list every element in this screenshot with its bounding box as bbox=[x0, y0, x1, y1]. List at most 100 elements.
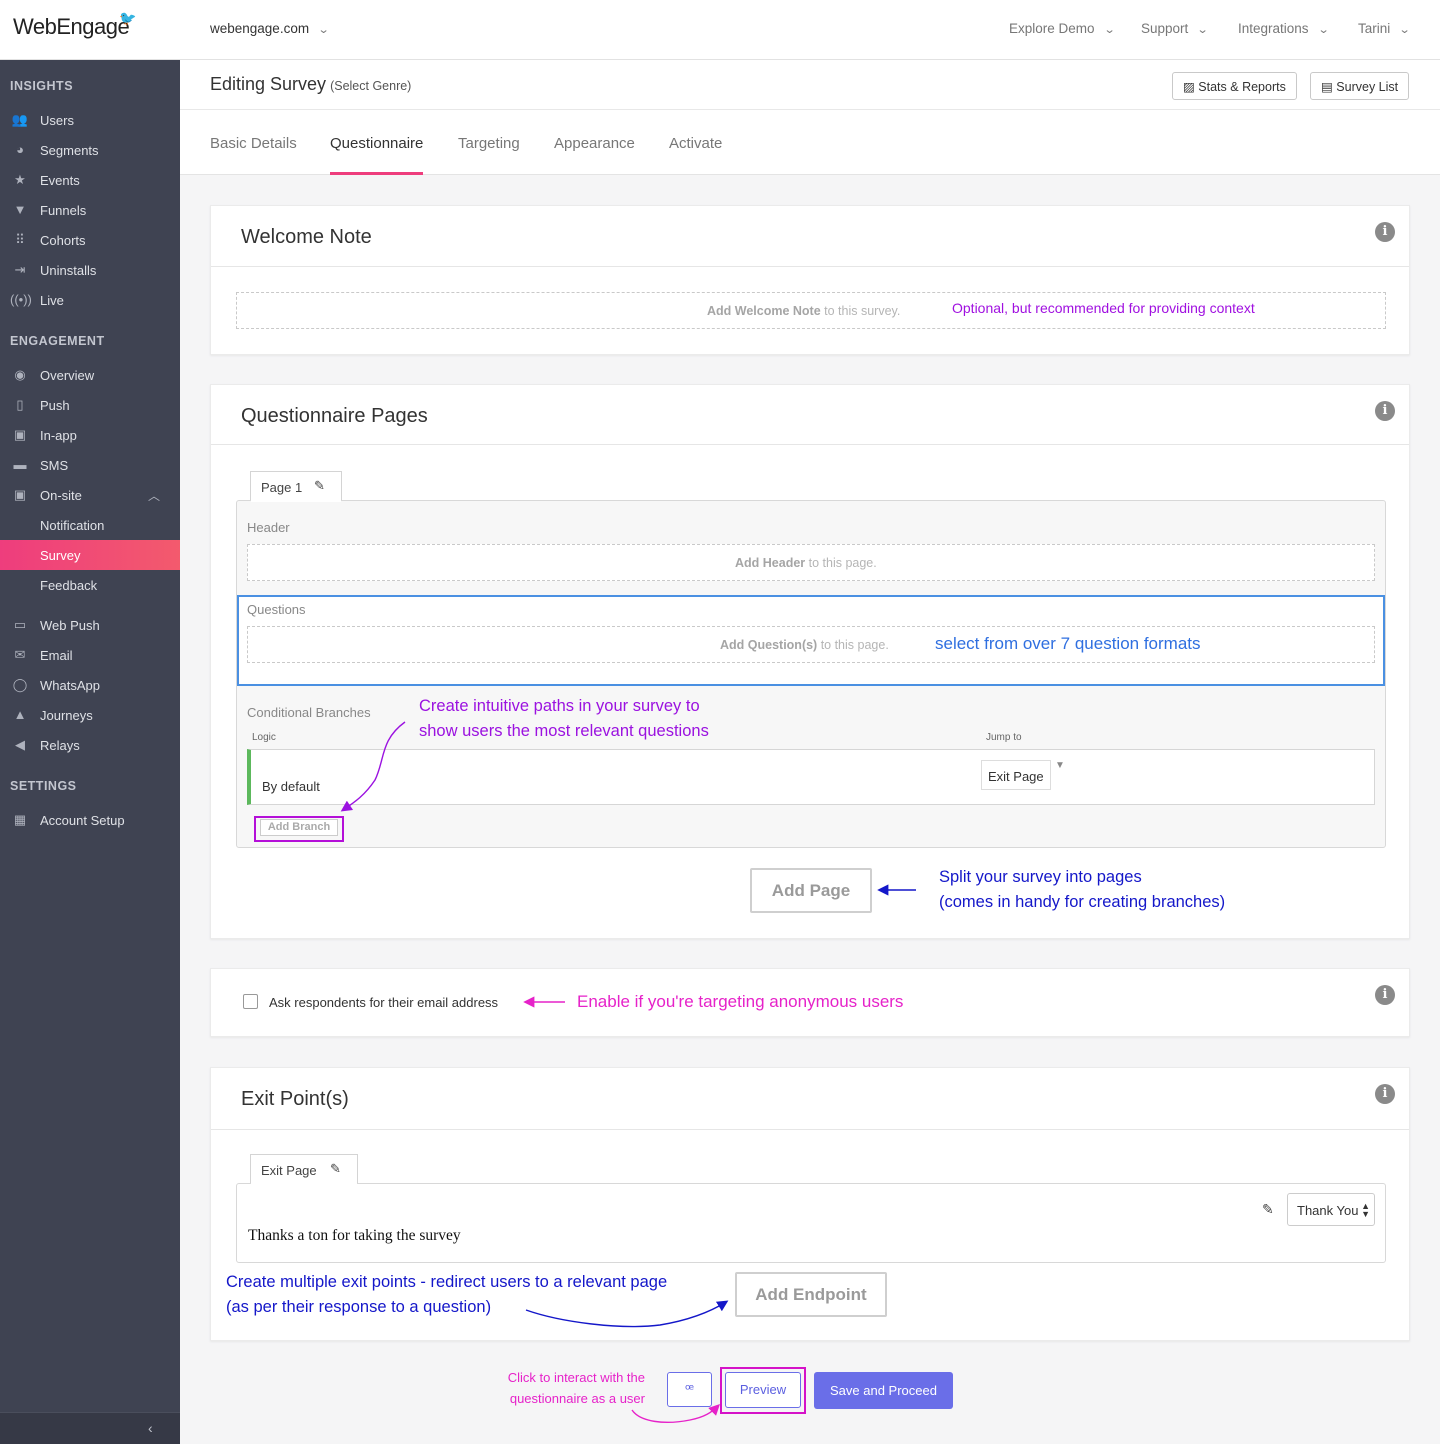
email-icon: ✉ bbox=[14, 647, 26, 662]
sidebar-item-segments[interactable]: ◕ Segments bbox=[0, 135, 180, 165]
edit-icon[interactable]: ✎ bbox=[1262, 1201, 1274, 1218]
sidebar-item-in-app[interactable]: ▣ In-app bbox=[0, 420, 180, 450]
preview-annotation: Click to interact with the questionnaire … bbox=[507, 1370, 645, 1406]
chart-icon: ▨ bbox=[1183, 80, 1199, 94]
email-annotation: Enable if you're targeting anonymous use… bbox=[577, 992, 904, 1011]
in-app-icon: ▣ bbox=[13, 427, 27, 442]
sidebar-item-cohorts[interactable]: ⠿ Cohorts bbox=[0, 225, 180, 255]
support-menu[interactable]: Support ⌄ bbox=[1141, 21, 1209, 36]
add-header[interactable]: Add Header to this page. bbox=[247, 544, 1375, 581]
survey-list-button[interactable]: ▤ Survey List bbox=[1310, 72, 1410, 100]
star-icon: ★ bbox=[14, 172, 26, 187]
chevron-down-icon: ⌄ bbox=[317, 24, 330, 36]
whatsapp-icon: ◯ bbox=[12, 677, 28, 692]
explore-demo-menu[interactable]: Explore Demo ⌄ bbox=[1009, 21, 1115, 36]
edit-icon[interactable]: ✎ bbox=[314, 478, 325, 494]
sidebar-item-on-site[interactable]: ▣ On-site ︿ bbox=[0, 480, 180, 510]
questions-label: Questions bbox=[247, 602, 306, 617]
sidebar-item-email[interactable]: ✉ Email bbox=[0, 640, 180, 670]
grid-icon: ⠿ bbox=[15, 232, 25, 247]
sidebar-item-journeys[interactable]: ▲ Journeys bbox=[0, 700, 180, 730]
jump-to-label: Jump to bbox=[986, 732, 1022, 743]
add-endpoint-button[interactable]: Add Endpoint bbox=[735, 1272, 887, 1317]
email-option-label: Ask respondents for their email address bbox=[269, 995, 499, 1010]
save-and-proceed-button[interactable]: Save and Proceed bbox=[814, 1372, 953, 1409]
sidebar-item-live[interactable]: ((•)) Live bbox=[0, 285, 180, 315]
jump-to-select[interactable]: Exit Page bbox=[981, 760, 1051, 790]
sidebar-item-relays[interactable]: ◀ Relays bbox=[0, 730, 180, 760]
add-questions[interactable]: Add Question(s) to this page. bbox=[247, 626, 1375, 663]
edit-icon[interactable]: ✎ bbox=[330, 1161, 341, 1177]
mobile-push-icon: ▯ bbox=[16, 397, 24, 412]
sidebar-item-notification[interactable]: Notification bbox=[0, 510, 180, 540]
header-label: Header bbox=[247, 520, 290, 535]
questionnaire-title: Questionnaire Pages bbox=[241, 405, 428, 427]
chevron-down-icon: ⌄ bbox=[1196, 24, 1209, 36]
exit-message: Thanks a ton for taking the survey bbox=[248, 1227, 461, 1244]
tab-targeting[interactable]: Targeting bbox=[458, 135, 520, 152]
pie-chart-icon: ◕ bbox=[16, 142, 24, 157]
page-header: Editing Survey (Select Genre) ▨ Stats & R… bbox=[180, 60, 1440, 110]
exit-type-select[interactable]: Thank You ▲ ▼ bbox=[1287, 1193, 1375, 1226]
branch-annotation: Create intuitive paths in your survey to… bbox=[419, 697, 709, 740]
sidebar-item-uninstalls[interactable]: ⇥ Uninstalls bbox=[0, 255, 180, 285]
exit-points-card: Exit Point(s) i Exit Page ✎ Thanks a ton… bbox=[210, 1067, 1410, 1341]
exit-page-tab[interactable]: Exit Page ✎ bbox=[250, 1154, 358, 1184]
chevron-down-icon: ⌄ bbox=[1398, 24, 1411, 36]
select-genre-link[interactable]: (Select Genre) bbox=[330, 79, 411, 93]
add-page-annotation: Split your survey into pages (comes in ha… bbox=[939, 868, 1226, 911]
sidebar-collapse[interactable]: ‹ bbox=[0, 1412, 180, 1444]
tab-activate[interactable]: Activate bbox=[669, 135, 722, 152]
filter-icon: ▼ bbox=[13, 202, 27, 217]
sidebar-item-users[interactable]: 👥 Users bbox=[0, 105, 180, 135]
chevron-down-icon: ⌄ bbox=[1317, 24, 1330, 36]
broadcast-icon: ((•)) bbox=[10, 292, 32, 307]
sidebar-item-funnels[interactable]: ▼ Funnels bbox=[0, 195, 180, 225]
questions-annotation: select from over 7 question formats bbox=[935, 634, 1201, 653]
sidebar-item-overview[interactable]: ◉ Overview bbox=[0, 360, 180, 390]
tab-appearance[interactable]: Appearance bbox=[554, 135, 635, 152]
settings-section-title: SETTINGS bbox=[10, 779, 77, 793]
tab-basic-details[interactable]: Basic Details bbox=[210, 135, 297, 152]
by-default-label: By default bbox=[262, 779, 320, 794]
info-icon[interactable]: i bbox=[1375, 401, 1395, 421]
sidebar-item-survey[interactable]: Survey bbox=[0, 540, 180, 570]
integrations-menu[interactable]: Integrations ⌄ bbox=[1238, 21, 1330, 36]
add-page-button[interactable]: Add Page bbox=[750, 868, 872, 913]
sidebar-item-account-setup[interactable]: ▦ Account Setup bbox=[0, 805, 180, 835]
megaphone-icon: ◀ bbox=[15, 737, 25, 752]
sidebar-item-push[interactable]: ▯ Push bbox=[0, 390, 180, 420]
flask-icon: ꟹ bbox=[684, 1381, 695, 1397]
sidebar-item-web-push[interactable]: ▭ Web Push bbox=[0, 610, 180, 640]
wizard-tabs: Basic Details Questionnaire Targeting Ap… bbox=[180, 110, 1440, 175]
bird-icon: 🐦 bbox=[119, 10, 136, 26]
page-1-tab[interactable]: Page 1 ✎ bbox=[250, 471, 342, 501]
users-icon: 👥 bbox=[11, 112, 29, 127]
add-branch-button[interactable]: Add Branch bbox=[260, 819, 338, 836]
test-icon-button[interactable]: ꟹ bbox=[667, 1372, 712, 1407]
info-icon[interactable]: i bbox=[1375, 222, 1395, 242]
sidebar-item-events[interactable]: ★ Events bbox=[0, 165, 180, 195]
on-site-icon: ▣ bbox=[13, 487, 27, 502]
rocket-icon: ▲ bbox=[13, 707, 27, 722]
email-checkbox[interactable] bbox=[243, 994, 258, 1009]
exit-page-content: Thanks a ton for taking the survey ✎ Tha… bbox=[236, 1183, 1386, 1263]
sidebar-item-sms[interactable]: ▬ SMS bbox=[0, 450, 180, 480]
uninstall-icon: ⇥ bbox=[14, 262, 26, 277]
info-icon[interactable]: i bbox=[1375, 985, 1395, 1005]
user-menu[interactable]: Tarini ⌄ bbox=[1358, 21, 1411, 36]
eye-icon: ◉ bbox=[14, 367, 26, 382]
page-title: Editing Survey (Select Genre) bbox=[210, 74, 412, 94]
sidebar-item-feedback[interactable]: Feedback bbox=[0, 570, 180, 600]
tab-questionnaire[interactable]: Questionnaire bbox=[330, 135, 424, 175]
domain-selector[interactable]: webengage.com ⌄ bbox=[210, 21, 330, 36]
exit-annotation: Create multiple exit points - redirect u… bbox=[226, 1273, 668, 1316]
preview-button[interactable]: Preview bbox=[725, 1372, 801, 1408]
stats-reports-button[interactable]: ▨ Stats & Reports bbox=[1172, 72, 1297, 100]
webengage-logo[interactable]: WebEngage 🐦 bbox=[13, 10, 136, 40]
exit-points-title: Exit Point(s) bbox=[241, 1088, 349, 1110]
info-icon[interactable]: i bbox=[1375, 1084, 1395, 1104]
insights-section-title: INSIGHTS bbox=[10, 79, 74, 93]
conditional-branches-label: Conditional Branches bbox=[247, 705, 371, 720]
sidebar-item-whatsapp[interactable]: ◯ WhatsApp bbox=[0, 670, 180, 700]
